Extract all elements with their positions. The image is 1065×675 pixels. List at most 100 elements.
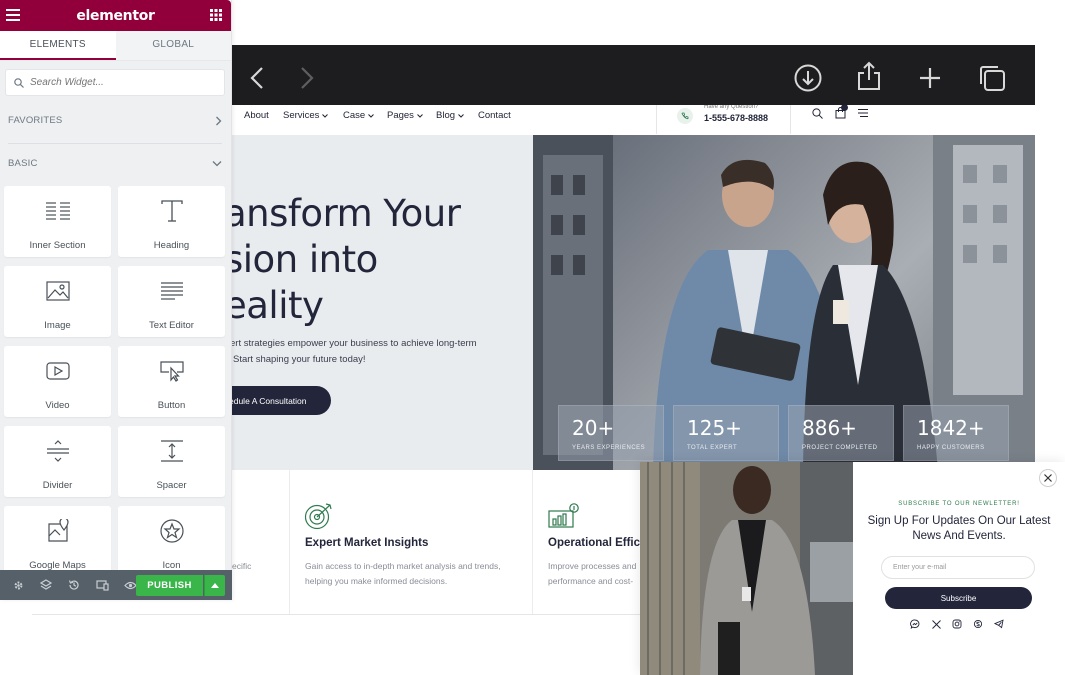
feature-text-line: helping you make informed decisions. — [305, 576, 448, 586]
tab-global[interactable]: GLOBAL — [115, 31, 231, 60]
button-icon — [159, 358, 185, 384]
nav-pages[interactable]: Pages — [387, 110, 423, 121]
hamburger-menu-icon[interactable] — [6, 9, 20, 21]
skype-icon[interactable] — [973, 619, 983, 629]
settings-button[interactable] — [4, 570, 32, 600]
nav-label: Contact — [478, 110, 511, 121]
star-icon — [159, 518, 185, 544]
panel-header: elementor — [0, 0, 231, 31]
search-input[interactable] — [30, 77, 210, 88]
widget-button[interactable]: Button — [118, 346, 225, 417]
widget-icon[interactable]: Icon — [118, 506, 225, 570]
newsletter-popup: SUBSCRIBE TO OUR NEWLETTER! Sign Up For … — [640, 462, 1065, 675]
history-icon — [68, 580, 79, 590]
divider — [532, 470, 533, 614]
stat-label: PROJECT COMPLETED — [802, 445, 878, 451]
widget-google-maps[interactable]: Google Maps — [4, 506, 111, 570]
download-icon[interactable] — [794, 64, 822, 92]
widget-image[interactable]: Image — [4, 266, 111, 337]
widget-heading[interactable]: Heading — [118, 186, 225, 257]
apps-grid-icon[interactable] — [210, 9, 222, 21]
phone-contact[interactable]: Have any Question? 1-555-678-8888 — [656, 104, 791, 134]
divider-icon — [45, 438, 71, 464]
popup-title: Sign Up For Updates On Our Latest News A… — [867, 515, 1051, 542]
nav-services[interactable]: Services — [283, 110, 329, 121]
new-tab-icon[interactable] — [919, 67, 941, 89]
close-icon — [1044, 474, 1052, 482]
tab-elements[interactable]: ELEMENTS — [0, 31, 116, 60]
nav-contact[interactable]: Contact — [478, 110, 511, 121]
navigator-button[interactable] — [32, 570, 60, 600]
messenger-icon[interactable] — [910, 619, 920, 629]
panel-body: FAVORITES BASIC Inner Section — [0, 61, 231, 570]
x-icon[interactable] — [931, 619, 941, 629]
widget-label: Inner Section — [29, 240, 86, 251]
panel-tabs: ELEMENTS GLOBAL — [0, 31, 231, 61]
panel-footer: PUBLISH — [0, 570, 232, 600]
chevron-right-icon — [216, 116, 222, 125]
nav-blog[interactable]: Blog — [436, 110, 464, 121]
tabs-icon[interactable] — [978, 64, 1006, 92]
video-icon — [45, 358, 71, 384]
stat-value: 886+ — [802, 416, 857, 440]
search-icon[interactable] — [812, 108, 823, 119]
widget-text-editor[interactable]: Text Editor — [118, 266, 225, 337]
hero-title: ansform Your sion into eality — [232, 191, 533, 329]
widget-label: Text Editor — [149, 320, 194, 331]
publish-button[interactable]: PUBLISH — [136, 575, 203, 596]
category-label: FAVORITES — [8, 115, 63, 126]
caret-up-icon — [211, 583, 219, 588]
telegram-icon[interactable] — [994, 619, 1004, 629]
gear-icon — [14, 581, 22, 589]
nav-case[interactable]: Case — [343, 110, 375, 121]
widget-video[interactable]: Video — [4, 346, 111, 417]
nav-label: Blog — [436, 110, 456, 121]
stat-card: 125+ TOTAL EXPERT — [673, 405, 779, 461]
widget-label: Spacer — [156, 480, 187, 491]
widget-label: Image — [44, 320, 71, 331]
hero-section: ansform Your sion into eality ert strate… — [232, 135, 533, 470]
map-icon — [45, 518, 71, 544]
cart-button[interactable] — [835, 104, 848, 124]
widget-spacer[interactable]: Spacer — [118, 426, 225, 497]
image-icon — [45, 278, 71, 304]
feature-title: Expert Market Insights — [305, 537, 429, 549]
subscribe-button[interactable]: Subscribe — [885, 587, 1032, 609]
chevron-down-icon — [322, 113, 329, 118]
nav-label: About — [244, 110, 269, 121]
hero-subtitle: ert strategies empower your business to … — [232, 336, 530, 368]
category-favorites[interactable]: FAVORITES — [8, 115, 222, 126]
share-icon[interactable] — [857, 61, 881, 91]
instagram-icon[interactable] — [952, 619, 962, 629]
elementor-panel: elementor ELEMENTS GLOBAL Search Widget.… — [0, 0, 232, 600]
social-links — [910, 619, 1004, 629]
widget-inner-section[interactable]: Inner Section — [4, 186, 111, 257]
stat-card: 20+ YEARS EXPERIENCES — [558, 405, 664, 461]
consultation-button[interactable]: edule A Consultation — [232, 386, 331, 415]
history-button[interactable] — [60, 570, 88, 600]
widget-divider[interactable]: Divider — [4, 426, 111, 497]
chevron-down-icon — [212, 161, 222, 167]
forward-icon[interactable] — [300, 67, 314, 89]
divider — [8, 143, 222, 144]
inner-section-icon — [45, 198, 71, 224]
close-popup-button[interactable] — [1039, 469, 1057, 487]
widget-label: Icon — [162, 560, 181, 570]
widget-search[interactable] — [5, 69, 225, 96]
spacer-icon — [159, 438, 185, 464]
cart-badge — [841, 104, 848, 111]
responsive-button[interactable] — [88, 570, 116, 600]
email-field[interactable]: Enter your e-mail — [881, 556, 1035, 579]
target-icon — [304, 503, 332, 530]
widget-label: Heading — [153, 240, 190, 251]
publish-options-button[interactable] — [204, 575, 225, 596]
back-icon[interactable] — [250, 67, 264, 89]
chevron-down-icon — [417, 113, 423, 118]
stat-card: 1842+ HAPPY CUSTOMERS — [903, 405, 1009, 461]
menu-icon[interactable] — [858, 109, 868, 117]
category-basic[interactable]: BASIC — [8, 158, 222, 169]
nav-about[interactable]: About — [244, 110, 269, 121]
eye-icon — [123, 581, 137, 589]
stat-label: HAPPY CUSTOMERS — [917, 445, 985, 451]
stat-value: 125+ — [687, 416, 742, 440]
